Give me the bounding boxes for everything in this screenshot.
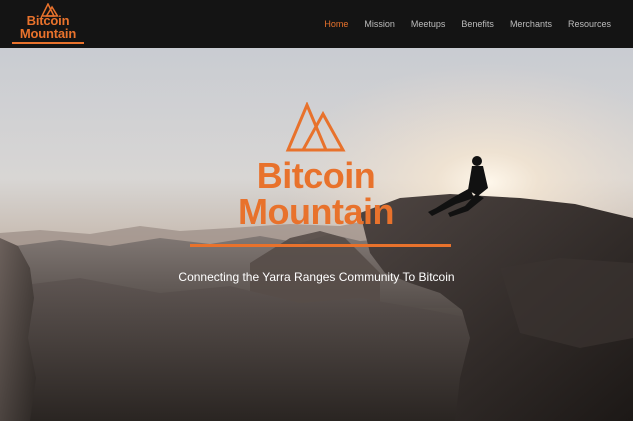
nav-resources[interactable]: Resources: [560, 19, 619, 29]
navbar: Bitcoin Mountain Home Mission Meetups Be…: [0, 0, 633, 48]
nav-mission[interactable]: Mission: [356, 19, 403, 29]
hero-underline: [190, 244, 451, 247]
hero-tagline: Connecting the Yarra Ranges Community To…: [178, 270, 455, 284]
nav-menu: Home Mission Meetups Benefits Merchants …: [316, 0, 619, 48]
nav-meetups[interactable]: Meetups: [403, 19, 454, 29]
brand-underline: [12, 42, 84, 44]
hero-title: Bitcoin Mountain: [238, 155, 394, 232]
nav-benefits[interactable]: Benefits: [453, 19, 502, 29]
brand-title: Bitcoin Mountain: [19, 13, 77, 41]
nav-home[interactable]: Home: [316, 19, 356, 29]
nav-merchants[interactable]: Merchants: [502, 19, 560, 29]
brand-logo-link[interactable]: Bitcoin Mountain: [12, 3, 84, 44]
page: Bitcoin Mountain Home Mission Meetups Be…: [0, 0, 633, 421]
triangle-logo-icon: [285, 102, 346, 152]
hero-section: Bitcoin Mountain Connecting the Yarra Ra…: [0, 48, 633, 421]
